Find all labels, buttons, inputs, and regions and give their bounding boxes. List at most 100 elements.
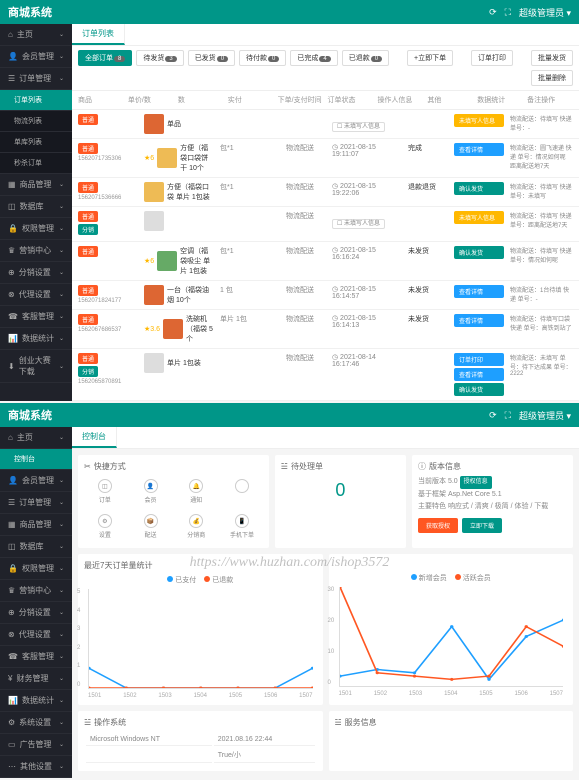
filter-button[interactable]: 待付款0 bbox=[239, 50, 286, 66]
menu-icon: ▭ bbox=[8, 740, 16, 749]
filter-button[interactable]: 待发货3 bbox=[136, 50, 183, 66]
sidebar-item[interactable]: ▭广告管理⌄ bbox=[0, 734, 72, 756]
sidebar-item[interactable]: 🔒权限管理⌄ bbox=[0, 218, 72, 240]
sidebar-item[interactable]: ⬇创业大赛下载⌄ bbox=[0, 350, 72, 383]
chevron-icon: ⌄ bbox=[59, 631, 64, 638]
env-title: ☱ 操作系统 bbox=[84, 717, 317, 728]
order-log: 物流配送：未填写 单号：待下达成果 单号：2222 bbox=[510, 353, 573, 377]
order-row: 普通 单品 ☐ 未填写人信息 未填写人信息 物流配送：待填写 快递单号：- bbox=[72, 110, 579, 139]
menu-label: 订单列表 bbox=[14, 95, 42, 105]
product-thumb bbox=[144, 285, 164, 305]
chevron-icon: ⌄ bbox=[59, 31, 64, 38]
order-action-button[interactable]: 订单打印 bbox=[454, 353, 504, 366]
refresh-icon[interactable]: ⟳ bbox=[489, 410, 497, 421]
order-action-button[interactable]: 未填写人信息 bbox=[454, 211, 504, 224]
sidebar-item[interactable]: ¥财务管理⌄ bbox=[0, 668, 72, 690]
sidebar-item[interactable]: ⊕分销设置⌄ bbox=[0, 262, 72, 284]
order-action-button[interactable]: 查看详情 bbox=[454, 143, 504, 156]
order-tag: 普通 bbox=[78, 211, 98, 222]
menu-icon: ¥ bbox=[8, 674, 12, 683]
shortcut[interactable] bbox=[221, 476, 263, 507]
order-time: ◷ 2021-08-15 19:11:07 bbox=[332, 143, 402, 158]
sidebar-item[interactable]: ◫数据库⌄ bbox=[0, 536, 72, 558]
sys-button[interactable]: 立即下载 bbox=[462, 518, 502, 533]
order-action-button[interactable]: 查看详情 bbox=[454, 314, 504, 327]
sidebar-item[interactable]: 秒杀订单 bbox=[0, 153, 72, 174]
shortcut[interactable]: ◫订单 bbox=[84, 476, 126, 507]
order-row: 普通分销1562065870891 单片 1包装 物流配送 ◷ 2021-08-… bbox=[72, 349, 579, 401]
order-action-button[interactable]: 未填写人信息 bbox=[454, 114, 504, 127]
sidebar-item[interactable]: ☎客服管理⌄ bbox=[0, 306, 72, 328]
sidebar-item[interactable]: 订单列表 bbox=[0, 90, 72, 111]
menu-label: 会员管理 bbox=[22, 475, 54, 486]
chevron-icon: ⌄ bbox=[59, 225, 64, 232]
shortcut[interactable]: ⚙设置 bbox=[84, 511, 126, 542]
menu-label: 其他设置 bbox=[20, 761, 52, 772]
sidebar-item[interactable]: ⊗代理设置⌄ bbox=[0, 624, 72, 646]
sidebar-item[interactable]: ⌂主页⌄ bbox=[0, 427, 72, 449]
order-action-button[interactable]: 确认发货 bbox=[454, 182, 504, 195]
sidebar-item[interactable]: 控制台 bbox=[0, 449, 72, 470]
order-spec: 包*1 bbox=[220, 246, 280, 256]
action-button[interactable]: 订单打印 bbox=[471, 50, 513, 66]
shortcut-icon: 💰 bbox=[189, 514, 203, 528]
sidebar-item[interactable]: ⋯其他设置⌄ bbox=[0, 756, 72, 778]
sidebar-item[interactable]: 📊数据统计⌄ bbox=[0, 328, 72, 350]
tab[interactable]: 订单列表 bbox=[72, 24, 125, 45]
sidebar-item[interactable]: 物流列表 bbox=[0, 111, 72, 132]
action-button[interactable]: 批量删除 bbox=[531, 70, 573, 86]
order-action-button[interactable]: 查看详情 bbox=[454, 368, 504, 381]
product-name: 单片 1包装 bbox=[167, 358, 201, 368]
sidebar-item[interactable]: ⌂主页⌄ bbox=[0, 24, 72, 46]
shortcut[interactable]: 📦配送 bbox=[130, 511, 172, 542]
sidebar-item[interactable]: ☰订单管理⌄ bbox=[0, 492, 72, 514]
sidebar-item[interactable]: ☎客服管理⌄ bbox=[0, 646, 72, 668]
order-action-button[interactable]: 确认发货 bbox=[454, 383, 504, 396]
sidebar-item[interactable]: ♛营销中心⌄ bbox=[0, 580, 72, 602]
expand-icon[interactable]: ⛶ bbox=[505, 410, 511, 421]
shortcut[interactable]: 💰分销商 bbox=[175, 511, 217, 542]
filter-button[interactable]: 已退款0 bbox=[342, 50, 389, 66]
order-status: 未发货 bbox=[408, 314, 448, 324]
sidebar-item[interactable]: 🔒权限管理⌄ bbox=[0, 558, 72, 580]
sidebar-item[interactable]: 👤会员管理⌄ bbox=[0, 470, 72, 492]
filter-button[interactable]: 已完成4 bbox=[290, 50, 337, 66]
menu-label: 商品管理 bbox=[20, 519, 52, 530]
order-action-button[interactable]: 确认发货 bbox=[454, 246, 504, 259]
menu-icon: 📊 bbox=[8, 696, 18, 705]
sidebar-item[interactable]: ◫数据库⌄ bbox=[0, 196, 72, 218]
sidebar-item[interactable]: 📊数据统计⌄ bbox=[0, 690, 72, 712]
order-time: ◷ 2021-08-15 16:14:57 bbox=[332, 285, 402, 300]
action-button[interactable]: +立即下单 bbox=[407, 50, 453, 66]
user-menu[interactable]: 超级管理员 ▾ bbox=[519, 409, 571, 422]
shortcut[interactable]: 👤会员 bbox=[130, 476, 172, 507]
tab[interactable]: 控制台 bbox=[72, 427, 117, 448]
expand-icon[interactable]: ⛶ bbox=[505, 7, 511, 18]
menu-icon: ☎ bbox=[8, 312, 18, 321]
x-tick: 1504 bbox=[194, 693, 207, 699]
sys-button[interactable]: 获取授权 bbox=[418, 518, 458, 533]
sidebar-item[interactable]: 单库列表 bbox=[0, 132, 72, 153]
x-tick: 1506 bbox=[264, 693, 277, 699]
shortcut[interactable]: 🔔通知 bbox=[175, 476, 217, 507]
user-menu[interactable]: 超级管理员 ▾ bbox=[519, 6, 571, 19]
action-button[interactable]: 批量发货 bbox=[531, 50, 573, 66]
chevron-icon: ⌄ bbox=[59, 75, 64, 82]
sidebar-item[interactable]: ⚙系统设置⌄ bbox=[0, 712, 72, 734]
sidebar-item[interactable]: ⊕分销设置⌄ bbox=[0, 602, 72, 624]
sidebar-item[interactable]: ♛营销中心⌄ bbox=[0, 240, 72, 262]
sidebar-item[interactable]: ☰订单管理⌄ bbox=[0, 68, 72, 90]
sidebar-item[interactable]: ⊗代理设置⌄ bbox=[0, 284, 72, 306]
sidebar-item[interactable]: 👤会员管理⌄ bbox=[0, 46, 72, 68]
order-action-button[interactable]: 查看详情 bbox=[454, 285, 504, 298]
filter-button[interactable]: 全部订单8 bbox=[78, 50, 132, 66]
order-ship: 物流配送 bbox=[286, 211, 326, 221]
order-tag: 分销 bbox=[78, 224, 98, 235]
filter-button[interactable]: 已发货0 bbox=[188, 50, 235, 66]
sidebar-item[interactable]: ▦商品管理⌄ bbox=[0, 514, 72, 536]
order-log: 物流配送：待填写 快递 单号：情况如何呢 bbox=[510, 246, 573, 264]
order-log: 物流配送：待填写 快递 单号：未填写 bbox=[510, 182, 573, 200]
refresh-icon[interactable]: ⟳ bbox=[489, 7, 497, 18]
sidebar-item[interactable]: ▦商品管理⌄ bbox=[0, 174, 72, 196]
shortcut[interactable]: 📱手机下单 bbox=[221, 511, 263, 542]
